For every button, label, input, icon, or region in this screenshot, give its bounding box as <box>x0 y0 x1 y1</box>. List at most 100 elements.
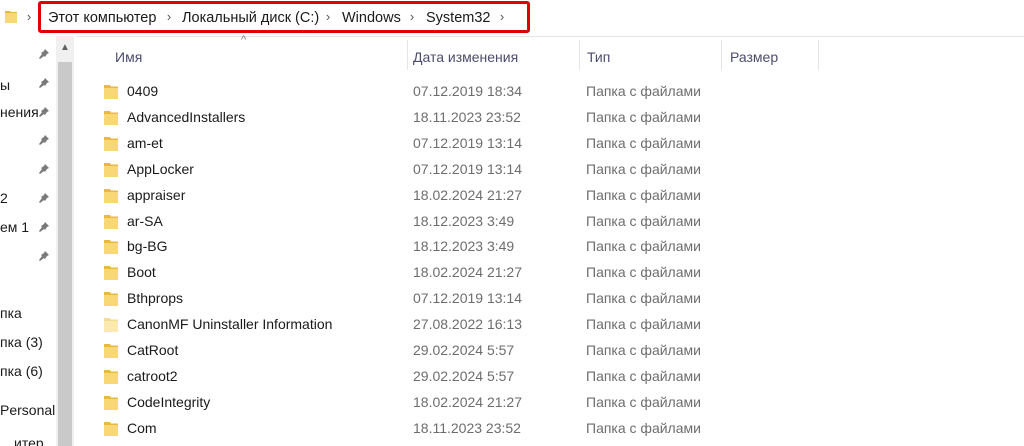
folder-icon <box>104 136 118 151</box>
file-date: 18.11.2023 23:52 <box>413 419 521 436</box>
file-type: Папка с файлами <box>586 160 701 177</box>
file-name[interactable]: bg-BG <box>127 237 167 255</box>
file-row[interactable]: Boot 18.02.2024 21:27 Папка с файлами <box>80 259 1024 285</box>
file-type: Папка с файлами <box>586 264 701 281</box>
nav-item[interactable]: пка (6) <box>0 362 43 380</box>
column-header-date[interactable]: Дата изменения <box>413 48 518 66</box>
file-name[interactable]: AppLocker <box>127 160 194 178</box>
file-name[interactable]: CanonMF Uninstaller Information <box>127 315 332 333</box>
file-type: Папка с файлами <box>586 83 701 99</box>
pin-icon[interactable] <box>38 134 50 146</box>
nav-scrollbar[interactable]: ▲ <box>56 36 74 446</box>
pin-icon[interactable] <box>38 163 50 175</box>
column-header-row: ^ Имя Дата изменения Тип Размер <box>80 34 1024 74</box>
column-divider[interactable] <box>579 40 580 70</box>
file-name[interactable]: CodeIntegrity <box>127 393 210 411</box>
folder-icon <box>104 369 118 384</box>
nav-item[interactable]: ем 1 <box>0 218 29 236</box>
file-date: 07.12.2019 18:34 <box>413 83 522 99</box>
nav-item[interactable]: 2 <box>0 189 8 207</box>
column-divider[interactable] <box>818 40 819 70</box>
column-header-type[interactable]: Тип <box>587 48 610 66</box>
file-date: 18.11.2023 23:52 <box>413 108 521 125</box>
file-row[interactable]: CodeIntegrity 18.02.2024 21:27 Папка с фай… <box>80 389 1024 415</box>
file-row[interactable]: CanonMF Uninstaller Information 27.08.202… <box>80 311 1024 337</box>
file-row[interactable]: AppLocker 07.12.2019 13:14 Папка с файлами <box>80 156 1024 182</box>
column-header-size[interactable]: Размер <box>730 48 778 66</box>
file-date: 18.02.2024 21:27 <box>413 393 522 410</box>
file-row[interactable]: AdvancedInstallers 18.11.2023 23:52 Папка … <box>80 104 1024 130</box>
pin-icon[interactable] <box>38 221 50 233</box>
scroll-thumb[interactable] <box>58 62 72 446</box>
folder-icon <box>104 344 118 358</box>
file-date: 07.12.2019 13:14 <box>413 290 522 307</box>
file-name[interactable]: Boot <box>127 263 156 281</box>
file-row[interactable]: Com 18.11.2023 23:52 Папка с файлами <box>80 415 1024 441</box>
file-name[interactable]: Bthprops <box>127 289 183 307</box>
nav-item[interactable]: нения <box>0 103 39 121</box>
file-type: Папка с файлами <box>586 238 701 255</box>
file-date: 18.12.2023 3:49 <box>413 238 515 255</box>
column-divider[interactable] <box>407 40 408 70</box>
file-type: Папка с файлами <box>586 342 701 358</box>
file-name[interactable]: am-et <box>127 134 163 152</box>
file-type: Папка с файлами <box>586 290 701 307</box>
file-date: 18.02.2024 21:27 <box>413 186 522 203</box>
file-date: 18.02.2024 21:27 <box>413 264 522 281</box>
sort-ascending-icon: ^ <box>241 34 247 46</box>
column-divider[interactable] <box>721 40 722 70</box>
nav-item[interactable]: ы <box>0 76 10 94</box>
nav-item[interactable]: пка <box>0 304 22 322</box>
file-date: 07.12.2019 13:14 <box>413 160 522 177</box>
folder-icon <box>104 266 118 281</box>
file-name[interactable]: appraiser <box>127 186 185 204</box>
scroll-up-arrow-icon[interactable]: ▲ <box>56 40 74 56</box>
file-name[interactable]: AdvancedInstallers <box>127 108 245 126</box>
file-name[interactable]: ar-SA <box>127 212 163 230</box>
folder-icon <box>104 421 118 436</box>
file-date: 27.08.2022 16:13 <box>413 316 522 333</box>
pin-icon[interactable] <box>38 106 50 118</box>
pin-icon[interactable] <box>38 48 50 60</box>
file-date: 29.02.2024 5:57 <box>413 342 515 358</box>
file-row[interactable]: 0409 07.12.2019 18:34 Папка с файлами <box>80 78 1024 104</box>
folder-icon <box>104 214 118 229</box>
file-name[interactable]: catroot2 <box>127 367 178 385</box>
column-header-name[interactable]: Имя <box>115 48 142 66</box>
folder-icon <box>104 188 118 203</box>
file-type: Папка с файлами <box>586 212 701 229</box>
address-bar[interactable]: › Этот компьютер › Локальный диск (C:) ›… <box>0 0 1024 37</box>
folder-icon <box>104 395 118 410</box>
file-type: Папка с файлами <box>586 108 701 125</box>
file-row[interactable]: ar-SA 18.12.2023 3:49 Папка с файлами <box>80 208 1024 234</box>
folder-icon <box>104 110 118 125</box>
file-type: Папка с файлами <box>586 134 701 151</box>
folder-icon <box>104 85 118 99</box>
file-name[interactable]: 0409 <box>127 82 158 100</box>
folder-icon <box>104 318 118 333</box>
nav-item[interactable]: Personal <box>0 401 55 419</box>
file-date: 18.12.2023 3:49 <box>413 212 515 229</box>
file-type: Папка с файлами <box>586 186 701 203</box>
file-date: 07.12.2019 13:14 <box>413 134 522 151</box>
nav-item[interactable]: пка (3) <box>0 333 43 351</box>
file-row[interactable]: appraiser 18.02.2024 21:27 Папка с файлами <box>80 182 1024 208</box>
highlight-annotation <box>38 1 530 33</box>
chevron-right-icon[interactable]: › <box>24 10 34 24</box>
pin-icon[interactable] <box>38 250 50 262</box>
file-name[interactable]: Com <box>127 419 157 437</box>
pin-icon[interactable] <box>38 192 50 204</box>
pin-icon[interactable] <box>38 77 50 89</box>
file-row[interactable]: am-et 07.12.2019 13:14 Папка с файлами <box>80 130 1024 156</box>
file-name[interactable]: CatRoot <box>127 341 178 359</box>
folder-icon <box>5 11 17 23</box>
file-row[interactable]: catroot2 29.02.2024 5:57 Папка с файлами <box>80 363 1024 389</box>
file-type: Папка с файлами <box>586 316 701 333</box>
nav-item[interactable]: …итер <box>0 434 44 446</box>
folder-icon <box>104 162 118 177</box>
file-row[interactable]: bg-BG 18.12.2023 3:49 Папка с файлами <box>80 233 1024 259</box>
file-row[interactable]: Bthprops 07.12.2019 13:14 Папка с файлами <box>80 285 1024 311</box>
file-type: Папка с файлами <box>586 393 701 410</box>
file-type: Папка с файлами <box>586 419 701 436</box>
file-row[interactable]: CatRoot 29.02.2024 5:57 Папка с файлами <box>80 337 1024 363</box>
